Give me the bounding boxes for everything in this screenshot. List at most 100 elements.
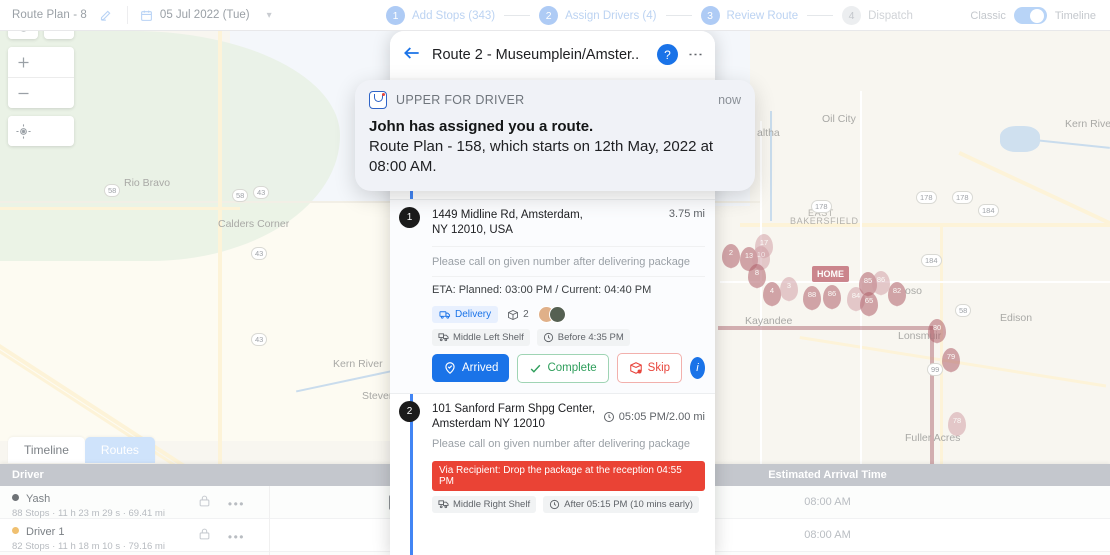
driver-name: Driver 1: [26, 525, 65, 538]
delivery-tag-label: Delivery: [455, 309, 492, 320]
back-arrow-icon[interactable]: [402, 43, 422, 67]
map-stop-pin[interactable]: 65: [860, 292, 878, 317]
push-notification[interactable]: UPPER FOR DRIVER now John has assigned y…: [355, 80, 755, 191]
stop-actions[interactable]: Arrived Complete Skip i: [432, 353, 705, 393]
step-number: 4: [842, 6, 862, 25]
locate-me-button[interactable]: [8, 116, 74, 146]
delivery-tag[interactable]: Delivery: [432, 306, 499, 323]
calendar-icon: [141, 10, 152, 21]
stop-chips: Middle Left Shelf Before 4:35 PM: [432, 329, 705, 353]
map-stop-pin[interactable]: 82: [888, 282, 906, 307]
assigned-avatars[interactable]: [537, 306, 566, 323]
delivery-truck-icon: [439, 311, 451, 319]
lock-icon[interactable]: [198, 494, 211, 513]
map-route-shield: 43: [253, 186, 270, 199]
column-header-driver: Driver: [12, 469, 44, 481]
stop-row-2[interactable]: 2 101 Sanford Farm Shpg Center, Amsterda…: [390, 393, 715, 520]
step-2[interactable]: 2 Assign Drivers (4): [539, 6, 657, 25]
stop-note: Please call on given number after delive…: [432, 438, 691, 450]
map-place-label: BAKERSFIELD: [790, 216, 859, 226]
zoom-in-icon[interactable]: [8, 47, 38, 77]
stop-list: START 122 Hollywood Rd, Amsterdam, NY 12…: [390, 151, 715, 555]
map-route-shield: 184: [978, 204, 999, 217]
tab-routes[interactable]: Routes: [84, 437, 155, 463]
package-skip-icon: [629, 362, 642, 374]
map-stop-pin[interactable]: 78: [948, 412, 966, 437]
map-route-shield: 43: [251, 333, 268, 346]
top-toolbar: Route Plan - 8 05 Jul 2022 (Tue) ▾ 1 Add …: [0, 0, 1110, 31]
time-window-chip: Before 4:35 PM: [536, 329, 630, 346]
map-stop-pin[interactable]: 8: [748, 264, 766, 289]
step-label: Review Route: [726, 9, 799, 22]
phone-header: Route 2 - Museumplein/Amster.. ? ⋮: [390, 31, 715, 78]
locate-me-icon[interactable]: [8, 116, 38, 146]
chevron-down-icon[interactable]: ▾: [267, 10, 272, 21]
step-label: Dispatch: [868, 9, 913, 22]
clock-icon: [550, 499, 560, 510]
view-mode-toggle[interactable]: Classic Timeline: [970, 0, 1096, 31]
route-plan-title: Route Plan - 8: [12, 9, 87, 21]
step-progress[interactable]: 1 Add Stops (343) 2 Assign Drivers (4) 3 Revi…: [386, 0, 913, 31]
status-dot: [12, 526, 19, 534]
map-route-shield: 178: [916, 191, 937, 204]
view-toggle-switch[interactable]: [1013, 7, 1047, 24]
complete-button-label: Complete: [547, 362, 597, 374]
toggle-label-timeline[interactable]: Timeline: [1055, 10, 1096, 22]
clock-icon: [603, 412, 614, 422]
zoom-out-icon[interactable]: [8, 78, 38, 108]
package-count-value: 2: [523, 309, 529, 320]
more-options-icon[interactable]: •••: [228, 497, 245, 511]
map-stop-pin[interactable]: 4: [763, 282, 781, 307]
pencil-icon[interactable]: [99, 7, 115, 23]
phone-route-title: Route 2 - Museumplein/Amster..: [432, 46, 640, 63]
zoom-controls[interactable]: [8, 47, 74, 108]
stop-address: 101 Sanford Farm Shpg Center, Amsterdam …: [432, 402, 595, 432]
map-stop-pin[interactable]: 80: [928, 319, 946, 344]
info-button[interactable]: i: [690, 357, 705, 379]
step-connector: [807, 15, 834, 16]
arrived-button[interactable]: Arrived: [432, 354, 510, 382]
stop-address: 1449 Midline Rd, Amsterdam, NY 12010, US…: [432, 208, 583, 238]
map-place-label: Calders Corner: [218, 218, 290, 230]
app-dot: [382, 93, 385, 96]
map-stop-pin[interactable]: 86: [823, 285, 841, 310]
map-place-label: altha: [757, 127, 780, 139]
time-window-label: Before 4:35 PM: [557, 332, 624, 343]
stop-note: Please call on given number after delive…: [432, 246, 705, 276]
map-place-label: Kayandee: [745, 315, 793, 327]
shelf-chip: Middle Left Shelf: [432, 329, 530, 346]
time-window-chip: After 05:15 PM (10 mins early): [543, 496, 699, 513]
notification-header: UPPER FOR DRIVER now: [369, 91, 741, 109]
lock-icon[interactable]: [198, 527, 211, 546]
stop-tags: Delivery 2: [432, 303, 705, 329]
map-stop-pin[interactable]: 79: [942, 348, 960, 373]
step-3[interactable]: 3 Review Route: [700, 6, 799, 25]
stop-time-value: 05:05 PM/2.00 mi: [618, 411, 705, 423]
address-line-1: 1449 Midline Rd, Amsterdam,: [432, 209, 583, 221]
step-label: Assign Drivers (4): [565, 9, 657, 22]
step-1[interactable]: 1 Add Stops (343): [386, 6, 495, 25]
address-line-2: NY 12010, USA: [432, 224, 513, 236]
map-stop-pin[interactable]: 86: [872, 271, 890, 296]
package-count: 2: [507, 309, 529, 321]
stop-row-1[interactable]: 1 1449 Midline Rd, Amsterdam, NY 12010, …: [390, 199, 715, 393]
date-value: 05 Jul 2022 (Tue): [159, 9, 250, 21]
more-vertical-icon[interactable]: ⋮: [687, 47, 704, 62]
skip-button[interactable]: Skip: [616, 353, 683, 383]
step-4[interactable]: 4 Dispatch: [842, 6, 913, 25]
help-button[interactable]: ?: [657, 44, 678, 65]
map-road: [958, 151, 1110, 231]
status-dot: [12, 493, 19, 501]
toggle-knob: [1029, 8, 1044, 23]
bottom-panel-tabs[interactable]: Timeline Routes: [8, 437, 155, 463]
tab-timeline[interactable]: Timeline: [8, 437, 85, 463]
map-route-shield: 99: [927, 363, 944, 376]
toggle-label-classic[interactable]: Classic: [970, 10, 1005, 22]
more-options-icon[interactable]: •••: [228, 530, 245, 544]
map-stop-pin[interactable]: 88: [803, 286, 821, 311]
app-root: HOME Rio Bravo Calders Corner Steven Kern R…: [0, 0, 1110, 555]
date-picker[interactable]: 05 Jul 2022 (Tue) ▾: [140, 9, 272, 22]
complete-button[interactable]: Complete: [517, 353, 609, 383]
map-stop-pin[interactable]: 2: [722, 244, 740, 269]
map-stop-pin[interactable]: 3: [780, 277, 798, 302]
